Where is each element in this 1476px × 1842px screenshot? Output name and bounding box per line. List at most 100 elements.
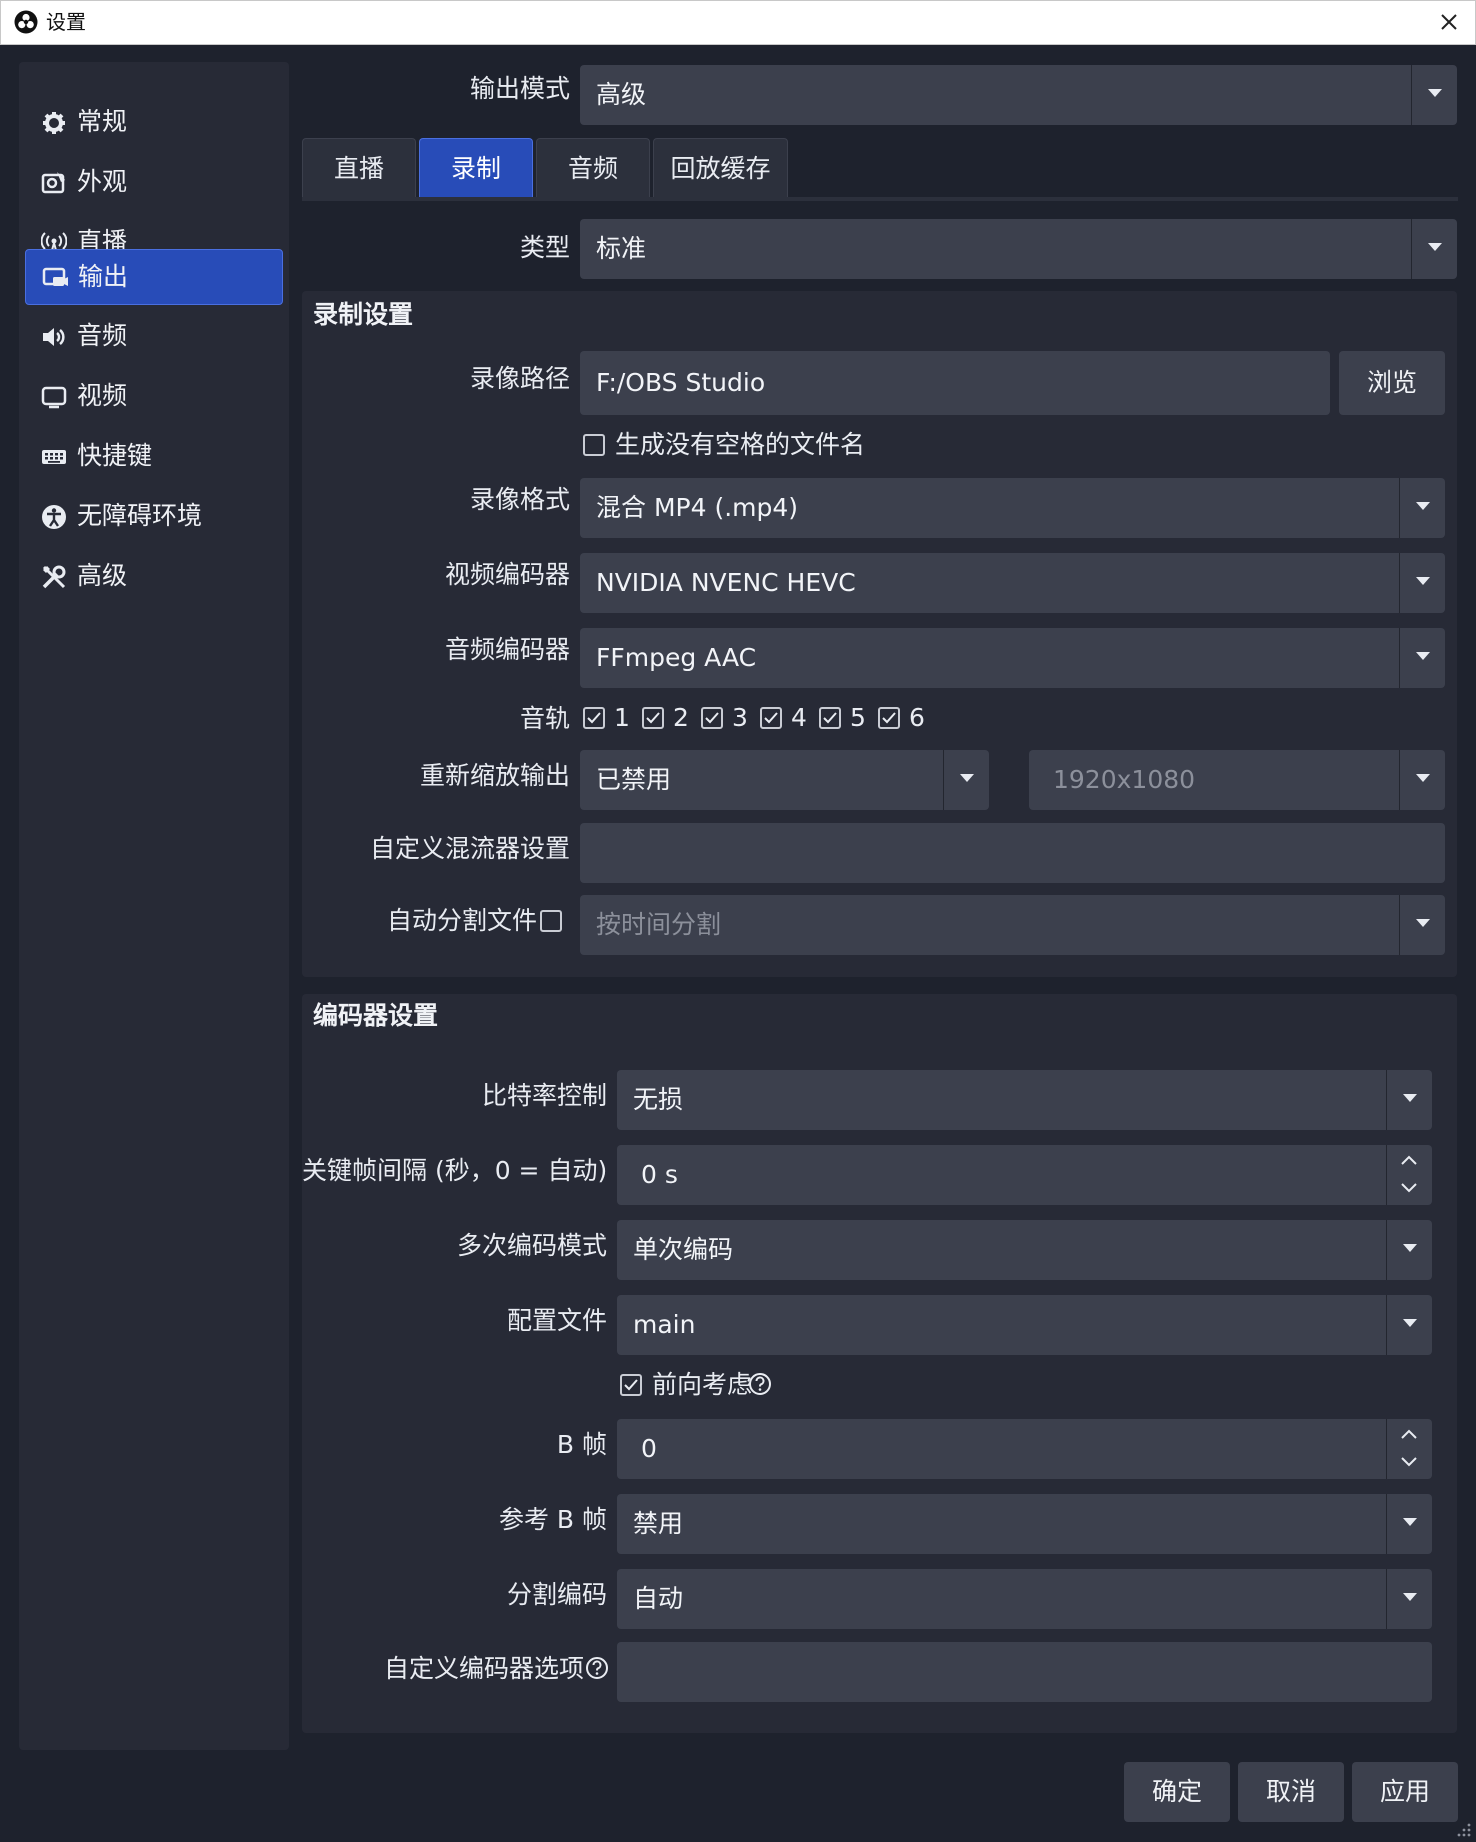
tab-replay-buffer[interactable]: 回放缓存 <box>653 138 788 198</box>
autosplit-checkbox[interactable] <box>540 910 562 932</box>
ref-bframes-value: 禁用 <box>633 1509 684 1538</box>
autosplit-value: 按时间分割 <box>596 910 722 939</box>
no-space-label: 生成没有空格的文件名 <box>615 430 866 459</box>
sidebar-item-general[interactable]: 常规 <box>25 95 283 151</box>
custom-muxer-label: 自定义混流器设置 <box>369 834 570 863</box>
output-mode-label: 输出模式 <box>469 74 570 103</box>
audio-track-checkbox[interactable] <box>878 707 900 729</box>
resize-grip-icon[interactable] <box>1456 1822 1472 1838</box>
bframes-label: B 帧 <box>556 1430 607 1459</box>
checkmark-icon <box>764 712 778 724</box>
help-icon[interactable] <box>585 1656 609 1680</box>
checkmark-icon <box>587 712 601 724</box>
sidebar-item-label: 音频 <box>77 321 128 350</box>
rescale-resolution-dropdown[interactable]: 1920x1080 <box>1029 750 1445 810</box>
chevron-down-icon <box>1403 1094 1417 1102</box>
type-label: 类型 <box>519 233 570 262</box>
audio-track-label: 4 <box>791 703 807 732</box>
encoder-settings-panel: 编码器设置 比特率控制 无损 关键帧间隔 (秒，0 = 自动) 0 s 多次编码… <box>302 994 1457 1733</box>
split-encode-label: 分割编码 <box>506 1580 607 1609</box>
checkmark-icon <box>646 712 660 724</box>
chevron-down-icon <box>1416 774 1430 782</box>
recording-format-dropdown[interactable]: 混合 MP4 (.mp4) <box>580 478 1445 538</box>
ok-button[interactable]: 确定 <box>1124 1762 1230 1822</box>
no-space-checkbox[interactable] <box>583 434 605 456</box>
split-encode-dropdown[interactable]: 自动 <box>617 1569 1432 1629</box>
cancel-button[interactable]: 取消 <box>1238 1762 1344 1822</box>
audio-track-label: 2 <box>673 703 689 732</box>
checkmark-icon <box>823 712 837 724</box>
multipass-value: 单次编码 <box>633 1235 734 1264</box>
custom-encoder-options-input[interactable] <box>617 1642 1432 1702</box>
chevron-down-icon[interactable] <box>1399 1455 1419 1469</box>
autosplit-dropdown[interactable]: 按时间分割 <box>580 895 1445 955</box>
audio-encoder-dropdown[interactable]: FFmpeg AAC <box>580 628 1445 688</box>
sidebar-item-audio[interactable]: 音频 <box>25 309 283 365</box>
rate-control-dropdown[interactable]: 无损 <box>617 1070 1432 1130</box>
ref-bframes-dropdown[interactable]: 禁用 <box>617 1494 1432 1554</box>
audio-encoder-label: 音频编码器 <box>444 635 570 664</box>
audio-track-checkbox[interactable] <box>583 707 605 729</box>
sidebar-item-appearance[interactable]: 外观 <box>25 155 283 211</box>
chevron-down-icon <box>1403 1593 1417 1601</box>
rescale-output-dropdown[interactable]: 已禁用 <box>580 750 989 810</box>
sidebar-item-video[interactable]: 视频 <box>25 369 283 425</box>
audio-track-checkbox[interactable] <box>760 707 782 729</box>
rate-control-value: 无损 <box>633 1085 684 1114</box>
audio-track-checkbox[interactable] <box>701 707 723 729</box>
audio-track-checkbox[interactable] <box>819 707 841 729</box>
video-encoder-value: NVIDIA NVENC HEVC <box>596 568 856 597</box>
video-encoder-dropdown[interactable]: NVIDIA NVENC HEVC <box>580 553 1445 613</box>
video-encoder-label: 视频编码器 <box>444 560 570 589</box>
keyframe-interval-spinbox[interactable]: 0 s <box>617 1145 1432 1205</box>
keyframe-interval-label: 关键帧间隔 (秒，0 = 自动) <box>302 1156 608 1185</box>
speaker-icon <box>43 328 65 346</box>
sidebar-item-advanced[interactable]: 高级 <box>25 549 283 605</box>
output-mode-dropdown[interactable]: 高级 <box>580 65 1457 125</box>
custom-muxer-input[interactable] <box>580 823 1445 883</box>
rescale-output-value: 已禁用 <box>596 765 672 794</box>
rescale-resolution-value: 1920x1080 <box>1053 765 1196 794</box>
keyframe-interval-value: 0 s <box>641 1160 678 1189</box>
chevron-up-icon[interactable] <box>1399 1427 1419 1441</box>
help-icon[interactable] <box>748 1372 772 1396</box>
sidebar-item-label: 输出 <box>78 262 129 291</box>
apply-button[interactable]: 应用 <box>1352 1762 1458 1822</box>
accessibility-icon <box>42 505 66 529</box>
sidebar-item-output[interactable]: 输出 <box>25 249 283 305</box>
profile-value: main <box>633 1310 696 1339</box>
recording-path-input[interactable]: F:/OBS Studio <box>580 351 1330 415</box>
sidebar-item-label: 高级 <box>77 561 128 590</box>
recording-settings-title: 录制设置 <box>313 300 414 329</box>
keyboard-icon <box>42 450 66 464</box>
multipass-dropdown[interactable]: 单次编码 <box>617 1220 1432 1280</box>
recording-format-label: 录像格式 <box>469 485 570 514</box>
audio-track-label: 3 <box>732 703 748 732</box>
bframes-spinbox[interactable]: 0 <box>617 1419 1432 1479</box>
sidebar-item-hotkeys[interactable]: 快捷键 <box>25 429 283 485</box>
sidebar-item-accessibility[interactable]: 无障碍环境 <box>25 489 283 545</box>
appearance-icon <box>41 172 65 194</box>
tools-icon <box>42 565 66 589</box>
tab-stream[interactable]: 直播 <box>302 138 416 198</box>
lookahead-checkbox[interactable] <box>620 1374 642 1396</box>
chevron-up-icon[interactable] <box>1399 1153 1419 1167</box>
tab-recording[interactable]: 录制 <box>419 138 533 198</box>
close-icon[interactable] <box>1436 9 1462 35</box>
type-dropdown[interactable]: 标准 <box>580 219 1457 279</box>
bframes-value: 0 <box>641 1434 657 1463</box>
chevron-down-icon <box>1403 1518 1417 1526</box>
checkmark-icon <box>624 1379 638 1391</box>
gear-icon <box>43 112 65 134</box>
chevron-down-icon <box>1403 1319 1417 1327</box>
tab-divider <box>302 197 1458 201</box>
chevron-down-icon <box>1416 577 1430 585</box>
chevron-down-icon[interactable] <box>1399 1181 1419 1195</box>
rescale-output-label: 重新缩放输出 <box>419 761 570 790</box>
ref-bframes-label: 参考 B 帧 <box>498 1505 607 1534</box>
chevron-down-icon <box>1416 919 1430 927</box>
browse-button[interactable]: 浏览 <box>1339 351 1445 415</box>
audio-track-checkbox[interactable] <box>642 707 664 729</box>
tab-audio[interactable]: 音频 <box>536 138 650 198</box>
profile-dropdown[interactable]: main <box>617 1295 1432 1355</box>
